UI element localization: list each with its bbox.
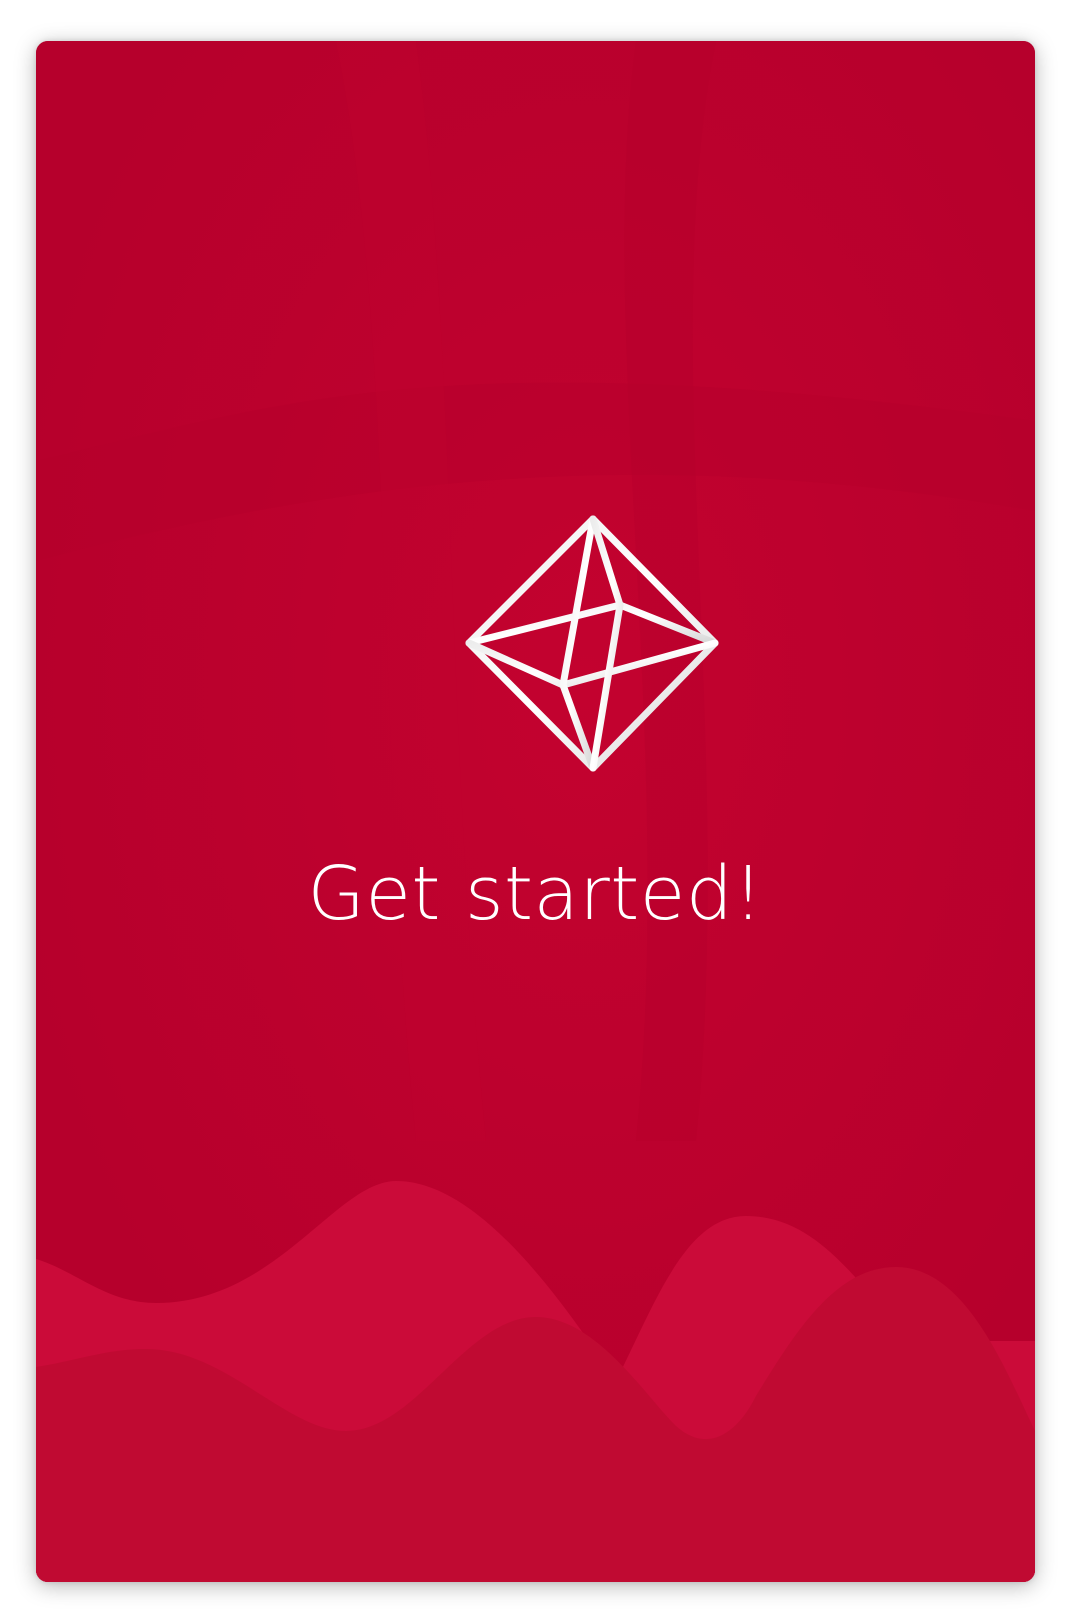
wave-decoration: [36, 1181, 1035, 1582]
page: Get started!: [0, 0, 1066, 1622]
onboarding-card: Get started!: [36, 41, 1035, 1582]
